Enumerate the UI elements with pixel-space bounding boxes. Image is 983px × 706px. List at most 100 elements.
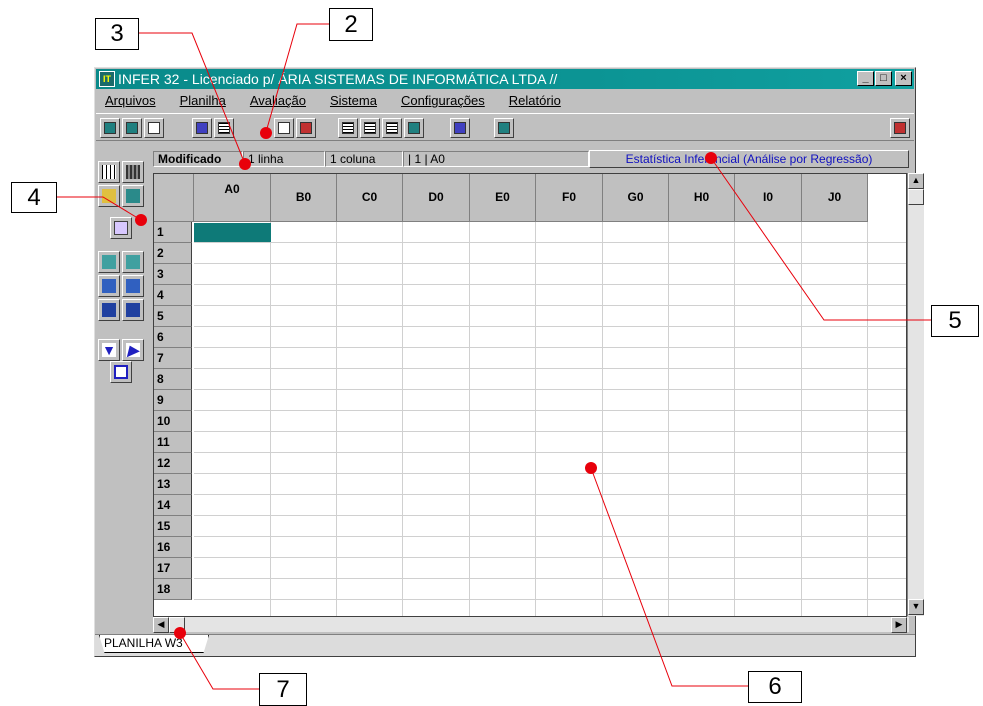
column-header-i0[interactable]: I0 (735, 174, 802, 222)
toolbar (96, 113, 914, 141)
column-header-c0[interactable]: C0 (337, 174, 403, 222)
row-header-11[interactable]: 11 (154, 432, 192, 453)
callout-3: 3 (95, 18, 139, 50)
menu-bar: Arquivos Planilha Avaliação Sistema Conf… (96, 91, 914, 110)
row-header-10[interactable]: 10 (154, 411, 192, 432)
insert-row-button[interactable] (98, 251, 120, 273)
column-header-f0[interactable]: F0 (536, 174, 603, 222)
split-button[interactable] (122, 185, 144, 207)
row-header-16[interactable]: 16 (154, 537, 192, 558)
row-header-4[interactable]: 4 (154, 285, 192, 306)
copy-icon (104, 122, 116, 134)
menu-planilha[interactable]: Planilha (171, 93, 235, 108)
center-icon (114, 365, 128, 379)
row-header-13[interactable]: 13 (154, 474, 192, 495)
delta-icon (102, 189, 116, 203)
row-header-12[interactable]: 12 (154, 453, 192, 474)
add-col-button[interactable] (122, 275, 144, 297)
row-gridline (194, 578, 906, 579)
row-gridline (194, 263, 906, 264)
exit-icon (894, 122, 906, 134)
maximize-button[interactable]: □ (875, 71, 892, 86)
copy-button[interactable] (100, 118, 120, 138)
scroll-right-button[interactable]: ▶ (891, 617, 907, 633)
align-center-button[interactable] (360, 118, 380, 138)
window-title: INFER 32 - Licenciado p/ ÁRIA SISTEMAS D… (118, 71, 558, 87)
paste-button[interactable] (122, 118, 142, 138)
column-header-b0[interactable]: B0 (271, 174, 337, 222)
column-header-g0[interactable]: G0 (603, 174, 669, 222)
spreadsheet-grid[interactable]: A0 B0 C0 D0 E0 F0 G0 H0 I0 J0 1 2 3 4 5 6 7 8 9 10 11 12 13 14 1… (153, 173, 907, 617)
menu-relatorio[interactable]: Relatório (500, 93, 570, 108)
arrow-down-button[interactable]: ▼ (98, 339, 120, 361)
row-header-18[interactable]: 18 (154, 579, 192, 600)
row-header-14[interactable]: 14 (154, 495, 192, 516)
row-gridline (194, 494, 906, 495)
open-folder-button[interactable] (494, 118, 514, 138)
align-left-button[interactable] (338, 118, 358, 138)
add-col-icon (126, 279, 140, 293)
align-left-icon (342, 122, 354, 134)
image-button[interactable] (110, 217, 132, 239)
menu-arquivos[interactable]: Arquivos (96, 93, 165, 108)
vertical-scrollbar[interactable]: ▲ ▼ (907, 173, 924, 616)
row-header-7[interactable]: 7 (154, 348, 192, 369)
grid-button[interactable] (98, 161, 120, 183)
horizontal-scrollbar[interactable]: ◀ ▶ (153, 617, 909, 633)
callout-7: 7 (259, 673, 307, 706)
sheet-tab[interactable]: PLANILHA W3 (99, 635, 209, 653)
remove-col-button[interactable] (122, 299, 144, 321)
minimize-button[interactable]: _ (857, 71, 874, 86)
scroll-up-button[interactable]: ▲ (908, 173, 924, 189)
arrow-down-icon: ▼ (102, 342, 116, 358)
row-header-3[interactable]: 3 (154, 264, 192, 285)
paste-icon (126, 122, 138, 134)
palette-button[interactable] (404, 118, 424, 138)
column-header-a0[interactable]: A0 (194, 174, 271, 222)
grid-dark-button[interactable] (122, 161, 144, 183)
menu-configuracoes[interactable]: Configurações (392, 93, 494, 108)
column-header-j0[interactable]: J0 (802, 174, 868, 222)
delta-button[interactable] (98, 185, 120, 207)
open-folder-icon (498, 122, 510, 134)
column-header-d0[interactable]: D0 (403, 174, 470, 222)
new-document-button[interactable] (144, 118, 164, 138)
marker-dot-5 (705, 152, 717, 164)
row-header-9[interactable]: 9 (154, 390, 192, 411)
table-button[interactable] (214, 118, 234, 138)
row-header-8[interactable]: 8 (154, 369, 192, 390)
selected-cell-a0-1[interactable] (194, 223, 271, 242)
center-button[interactable] (110, 361, 132, 383)
scroll-down-button[interactable]: ▼ (908, 599, 924, 615)
scroll-thumb-vertical[interactable] (908, 189, 924, 205)
menu-avaliacao[interactable]: Avaliação (241, 93, 315, 108)
scroll-left-button[interactable]: ◀ (153, 617, 169, 633)
grid-icon (102, 165, 116, 179)
remove-row-button[interactable] (98, 299, 120, 321)
column-header-e0[interactable]: E0 (470, 174, 536, 222)
print-button[interactable] (450, 118, 470, 138)
analysis-mode-button[interactable]: Estatística Inferencial (Análise por Reg… (589, 150, 909, 168)
insert-col-button[interactable] (122, 251, 144, 273)
row-header-6[interactable]: 6 (154, 327, 192, 348)
corner-header[interactable] (154, 174, 194, 222)
row-header-15[interactable]: 15 (154, 516, 192, 537)
title-bar[interactable]: IT INFER 32 - Licenciado p/ ÁRIA SISTEMA… (96, 69, 914, 89)
rows-count: 1 linha (243, 151, 325, 167)
calculator-button[interactable] (192, 118, 212, 138)
close-button[interactable]: × (895, 71, 912, 86)
callout-2: 2 (329, 8, 373, 41)
column-header-h0[interactable]: H0 (669, 174, 735, 222)
row-header-5[interactable]: 5 (154, 306, 192, 327)
row-header-17[interactable]: 17 (154, 558, 192, 579)
row-header-2[interactable]: 2 (154, 243, 192, 264)
align-right-button[interactable] (382, 118, 402, 138)
chart-button[interactable] (296, 118, 316, 138)
check-button[interactable] (274, 118, 294, 138)
add-row-button[interactable] (98, 275, 120, 297)
exit-button[interactable] (890, 118, 910, 138)
cols-count: 1 coluna (325, 151, 403, 167)
row-header-1[interactable]: 1 (154, 222, 192, 243)
menu-sistema[interactable]: Sistema (321, 93, 386, 108)
arrow-right-button[interactable]: ▶ (122, 339, 144, 361)
